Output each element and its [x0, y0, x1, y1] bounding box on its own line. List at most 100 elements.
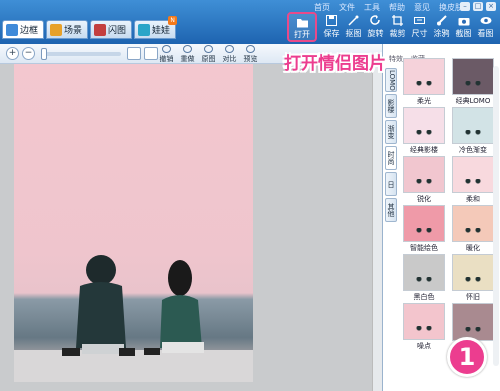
effect-thumbnail: [452, 107, 494, 144]
scene-icon: [50, 23, 63, 36]
category-tab-fashion[interactable]: 时尚: [385, 146, 397, 170]
tab-scene-label: 场景: [64, 26, 83, 36]
crop-icon: [391, 14, 405, 27]
effect-label: 经典影楼: [410, 146, 438, 154]
effect-thumbnail: [452, 58, 494, 95]
effect-item[interactable]: 冷色渐变: [450, 107, 496, 155]
tab-flash-label: 闪图: [108, 26, 127, 36]
zoom-controls: + −: [6, 47, 158, 60]
minimize-button[interactable]: –: [460, 2, 470, 11]
annotation-title: 打开情侣图片: [284, 54, 386, 74]
effect-thumbnail: [452, 205, 494, 242]
redo-button[interactable]: 重做: [179, 45, 196, 64]
mode-tabs: 边框 场景 闪图 娃娃 N: [2, 16, 178, 39]
effect-item[interactable]: 经典LOMO: [450, 58, 496, 106]
zoom-in-icon[interactable]: +: [6, 47, 19, 60]
effect-label: 柔和: [466, 195, 480, 203]
compare-button[interactable]: 对比: [221, 45, 238, 64]
effect-thumbnail: [452, 254, 494, 291]
resize-icon: [413, 14, 427, 27]
category-tab-japanese[interactable]: 日: [385, 172, 397, 196]
canvas-scrollbar[interactable]: [372, 64, 382, 391]
effect-thumbnail: [403, 58, 445, 95]
effect-label: 暖化: [466, 244, 480, 252]
effect-item[interactable]: 柔和: [450, 156, 496, 204]
viewer-label: 看图: [477, 29, 494, 38]
zoom-slider-thumb[interactable]: [41, 47, 47, 60]
rotate-icon: [369, 14, 383, 27]
viewer-button[interactable]: 看图: [475, 12, 496, 42]
effect-label: 黑白色: [413, 293, 435, 301]
effect-thumbnail: [403, 303, 445, 340]
category-tab-other[interactable]: 其他: [385, 198, 397, 222]
effect-thumbnail: [403, 254, 445, 291]
preview-button[interactable]: 预览: [242, 45, 259, 64]
actual-size-icon[interactable]: [144, 47, 158, 60]
open-label: 打开: [294, 30, 310, 39]
undo-label: 撤销: [159, 55, 174, 63]
category-tab-studio[interactable]: 影楼: [385, 94, 397, 118]
effect-item[interactable]: 暖化: [450, 205, 496, 253]
doodle-button[interactable]: 涂鸦: [431, 12, 452, 42]
eye-icon: [479, 14, 493, 27]
camera-icon: [457, 14, 471, 27]
resize-label: 尺寸: [411, 29, 428, 38]
undo-button[interactable]: 撤销: [158, 45, 175, 64]
preview-icon: [246, 45, 255, 53]
original-button[interactable]: 原图: [200, 45, 217, 64]
tab-flash[interactable]: 闪图: [90, 20, 133, 39]
tab-border-label: 边框: [20, 26, 39, 36]
title-bar: 首页 文件 工具 帮助 意见 换皮肤 – □ × 边框 场景 闪图 娃娃 N 打…: [0, 0, 500, 44]
save-button[interactable]: 保存: [321, 12, 342, 42]
panel-scrollbar[interactable]: [493, 66, 499, 366]
original-icon: [204, 45, 213, 53]
rotate-label: 旋转: [367, 29, 384, 38]
effect-item[interactable]: 噪点: [401, 303, 447, 351]
tab-scene[interactable]: 场景: [46, 20, 89, 39]
zoom-slider[interactable]: [41, 47, 121, 60]
fit-window-icon[interactable]: [127, 47, 141, 60]
screenshot-button[interactable]: 截图: [453, 12, 474, 42]
effect-label: 怀旧: [466, 293, 480, 301]
rotate-button[interactable]: 旋转: [365, 12, 386, 42]
main-toolbar: 打开 保存 抠图 旋转 裁剪 尺寸 涂鸦 截图 看图: [287, 12, 496, 42]
resize-button[interactable]: 尺寸: [409, 12, 430, 42]
undo-icon: [162, 45, 171, 53]
edit-buttons: 撤销 重做 原图 对比 预览: [158, 45, 259, 64]
canvas-area[interactable]: [0, 64, 382, 391]
effect-thumbnail: [403, 107, 445, 144]
new-badge: N: [168, 16, 178, 25]
effect-item[interactable]: 智能绘色: [401, 205, 447, 253]
open-button[interactable]: 打开: [287, 12, 317, 42]
category-tab-lomo[interactable]: LOMO: [385, 68, 397, 92]
step-number-badge: 1: [447, 337, 487, 377]
effect-item[interactable]: 怀旧: [450, 254, 496, 302]
effect-label: 柔光: [417, 97, 431, 105]
category-tabs: LOMO 影楼 渐变 时尚 日 其他: [385, 68, 397, 222]
original-label: 原图: [201, 55, 216, 63]
maximize-button[interactable]: □: [473, 2, 483, 11]
effect-item[interactable]: 经典影楼: [401, 107, 447, 155]
effect-item[interactable]: 黑白色: [401, 254, 447, 302]
effect-item[interactable]: 锐化: [401, 156, 447, 204]
save-icon: [325, 14, 339, 27]
effect-item[interactable]: 柔光: [401, 58, 447, 106]
boy-silhouette: [62, 255, 135, 356]
border-icon: [6, 23, 18, 36]
zoom-out-icon[interactable]: −: [22, 47, 35, 60]
effect-thumbnail: [452, 156, 494, 193]
close-button[interactable]: ×: [486, 2, 496, 11]
cutout-button[interactable]: 抠图: [343, 12, 364, 42]
magic-wand-icon: [347, 14, 361, 27]
girl-silhouette: [144, 260, 204, 355]
window-controls: – □ ×: [460, 2, 496, 11]
effect-thumbnail: [403, 156, 445, 193]
tab-border[interactable]: 边框: [2, 20, 45, 39]
flash-icon: [94, 23, 107, 36]
crop-button[interactable]: 裁剪: [387, 12, 408, 42]
tab-doll[interactable]: 娃娃 N: [134, 16, 178, 39]
category-tab-gradient[interactable]: 渐变: [385, 120, 397, 144]
compare-label: 对比: [222, 55, 237, 63]
redo-label: 重做: [180, 55, 195, 63]
effect-label: 智能绘色: [410, 244, 438, 252]
